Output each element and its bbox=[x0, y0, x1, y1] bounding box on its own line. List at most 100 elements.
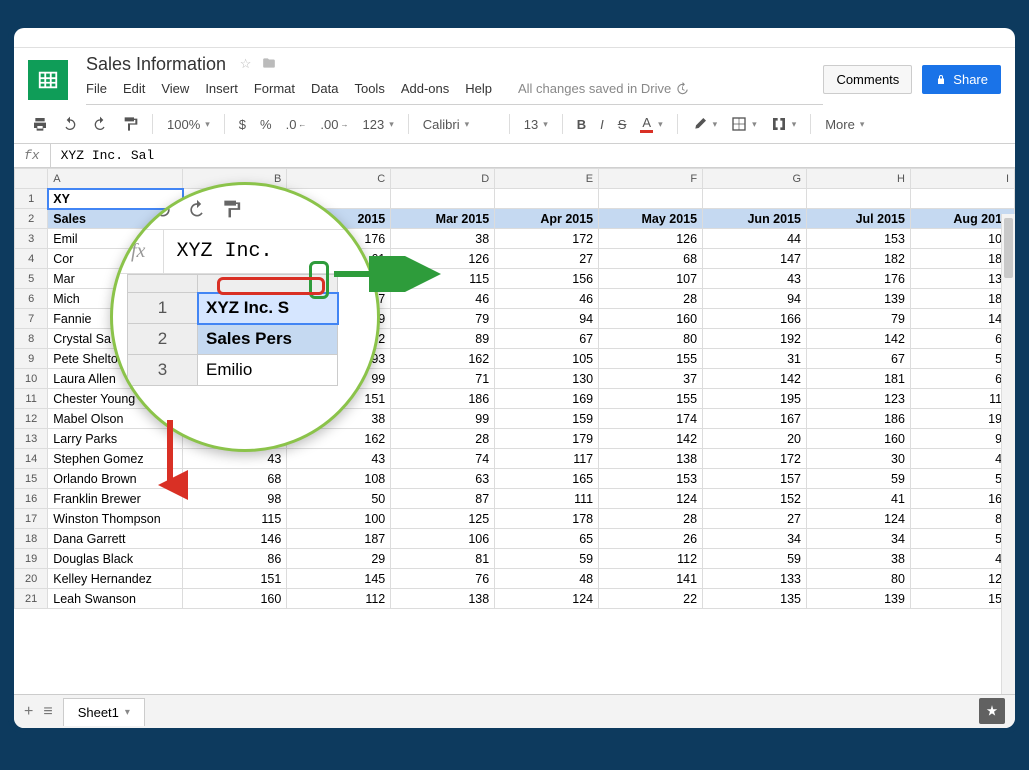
currency-button[interactable]: $ bbox=[235, 113, 250, 136]
cell[interactable]: 67 bbox=[807, 349, 911, 369]
cell[interactable]: Jul 2015 bbox=[807, 209, 911, 229]
cell[interactable]: 31 bbox=[703, 349, 807, 369]
row-header[interactable]: 13 bbox=[15, 429, 48, 449]
cell[interactable]: 28 bbox=[391, 429, 495, 449]
cell[interactable]: 142 bbox=[599, 429, 703, 449]
row-header[interactable]: 3 bbox=[15, 229, 48, 249]
cell[interactable]: 51 bbox=[910, 469, 1014, 489]
row-header[interactable]: 11 bbox=[15, 389, 48, 409]
cell[interactable]: Douglas Black bbox=[48, 549, 183, 569]
formula-input[interactable]: XYZ Inc. Sal bbox=[51, 144, 165, 167]
row-header[interactable]: 16 bbox=[15, 489, 48, 509]
cell[interactable]: 154 bbox=[910, 589, 1014, 609]
cell[interactable]: 142 bbox=[807, 329, 911, 349]
cell[interactable]: 81 bbox=[391, 549, 495, 569]
row-header[interactable]: 21 bbox=[15, 589, 48, 609]
cell[interactable]: 30 bbox=[807, 449, 911, 469]
cell[interactable]: 162 bbox=[391, 349, 495, 369]
cell[interactable]: 156 bbox=[495, 269, 599, 289]
cell[interactable]: 105 bbox=[495, 349, 599, 369]
cell[interactable]: 151 bbox=[183, 569, 287, 589]
row-header[interactable]: 8 bbox=[15, 329, 48, 349]
cell[interactable]: 182 bbox=[910, 249, 1014, 269]
cell[interactable]: 59 bbox=[495, 549, 599, 569]
cell[interactable]: Winston Thompson bbox=[48, 509, 183, 529]
zoom-select[interactable]: 100% bbox=[163, 113, 214, 136]
cell[interactable]: 20 bbox=[703, 429, 807, 449]
cell[interactable]: 126 bbox=[599, 229, 703, 249]
print-icon[interactable] bbox=[28, 112, 52, 136]
row-header[interactable]: 17 bbox=[15, 509, 48, 529]
cell[interactable]: 50 bbox=[287, 489, 391, 509]
row-header[interactable]: 10 bbox=[15, 369, 48, 389]
cell[interactable]: 83 bbox=[910, 509, 1014, 529]
cell[interactable]: 106 bbox=[391, 529, 495, 549]
cell[interactable]: 29 bbox=[287, 549, 391, 569]
cell[interactable] bbox=[703, 189, 807, 209]
comments-button[interactable]: Comments bbox=[823, 65, 912, 94]
cell[interactable]: 48 bbox=[495, 569, 599, 589]
cell[interactable]: 105 bbox=[910, 229, 1014, 249]
cell[interactable]: 160 bbox=[807, 429, 911, 449]
cell[interactable]: 138 bbox=[599, 449, 703, 469]
cell[interactable]: 43 bbox=[703, 269, 807, 289]
row-header[interactable]: 18 bbox=[15, 529, 48, 549]
cell[interactable]: 117 bbox=[910, 389, 1014, 409]
col-header[interactable]: H bbox=[807, 169, 911, 189]
cell[interactable]: 38 bbox=[807, 549, 911, 569]
row-header[interactable]: 15 bbox=[15, 469, 48, 489]
menu-help[interactable]: Help bbox=[465, 81, 492, 96]
cell[interactable]: 130 bbox=[495, 369, 599, 389]
cell[interactable]: 46 bbox=[495, 289, 599, 309]
decimal-increase-button[interactable]: .00→ bbox=[316, 113, 352, 136]
row-header[interactable]: 19 bbox=[15, 549, 48, 569]
cell[interactable]: Apr 2015 bbox=[495, 209, 599, 229]
cell[interactable]: 59 bbox=[703, 549, 807, 569]
cell[interactable]: 22 bbox=[599, 589, 703, 609]
sheets-logo-icon[interactable] bbox=[28, 60, 68, 100]
row-header[interactable]: 6 bbox=[15, 289, 48, 309]
cell[interactable]: 28 bbox=[599, 289, 703, 309]
cell[interactable]: 117 bbox=[495, 449, 599, 469]
cell[interactable]: 94 bbox=[495, 309, 599, 329]
cell[interactable]: 174 bbox=[599, 409, 703, 429]
borders-button[interactable] bbox=[727, 112, 761, 136]
cell[interactable]: 139 bbox=[807, 289, 911, 309]
cell[interactable]: 80 bbox=[599, 329, 703, 349]
strikethrough-button[interactable]: S bbox=[614, 113, 631, 136]
paint-format-icon[interactable] bbox=[118, 112, 142, 136]
cell[interactable]: Jun 2015 bbox=[703, 209, 807, 229]
undo-icon[interactable] bbox=[58, 112, 82, 136]
history-icon[interactable] bbox=[675, 82, 689, 96]
vertical-scrollbar[interactable] bbox=[1001, 214, 1015, 694]
cell[interactable]: 142 bbox=[703, 369, 807, 389]
col-header[interactable]: I bbox=[910, 169, 1014, 189]
cell[interactable]: 43 bbox=[287, 449, 391, 469]
italic-button[interactable]: I bbox=[596, 113, 608, 136]
text-color-button[interactable]: A bbox=[636, 111, 666, 137]
cell[interactable]: 80 bbox=[807, 569, 911, 589]
font-size-select[interactable]: 13 bbox=[520, 113, 552, 136]
cell[interactable]: 111 bbox=[495, 489, 599, 509]
menu-view[interactable]: View bbox=[161, 81, 189, 96]
cell[interactable]: 65 bbox=[495, 529, 599, 549]
cell[interactable]: 178 bbox=[495, 509, 599, 529]
cell[interactable]: 172 bbox=[495, 229, 599, 249]
cell[interactable]: 153 bbox=[807, 229, 911, 249]
menu-insert[interactable]: Insert bbox=[205, 81, 238, 96]
cell[interactable]: 63 bbox=[391, 469, 495, 489]
col-header[interactable]: E bbox=[495, 169, 599, 189]
cell[interactable]: 166 bbox=[910, 489, 1014, 509]
cell[interactable]: 188 bbox=[910, 289, 1014, 309]
row-header[interactable]: 14 bbox=[15, 449, 48, 469]
cell[interactable]: 125 bbox=[391, 509, 495, 529]
cell[interactable]: 192 bbox=[703, 329, 807, 349]
cell[interactable]: 123 bbox=[807, 389, 911, 409]
document-title[interactable]: Sales Information bbox=[86, 54, 226, 75]
cell[interactable]: 63 bbox=[910, 329, 1014, 349]
cell[interactable]: 165 bbox=[495, 469, 599, 489]
cell[interactable]: 74 bbox=[391, 449, 495, 469]
cell[interactable]: 38 bbox=[391, 229, 495, 249]
cell[interactable]: 152 bbox=[703, 489, 807, 509]
cell[interactable]: 68 bbox=[183, 469, 287, 489]
